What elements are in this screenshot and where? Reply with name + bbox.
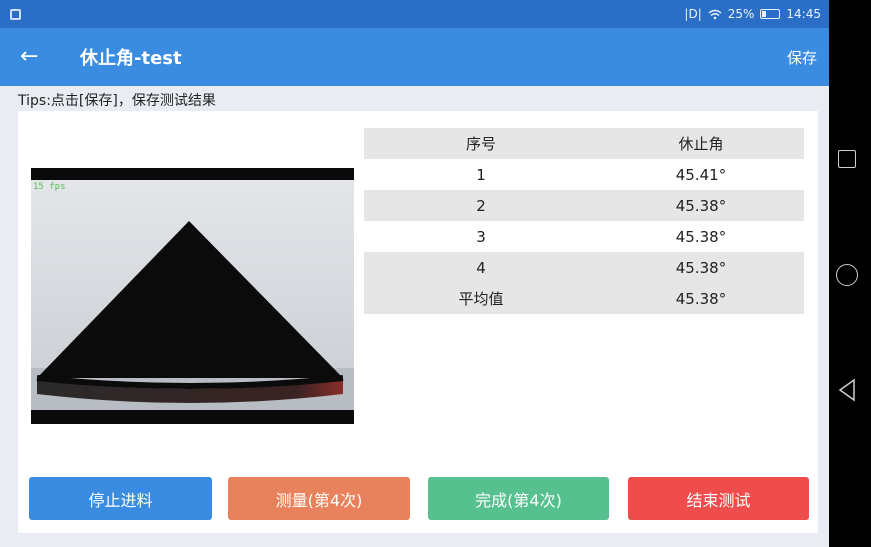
header-angle: 休止角 (598, 128, 804, 159)
camera-image (31, 180, 354, 410)
battery-icon (760, 9, 781, 19)
app-screen: |D| 25% 14:45 ← 休止角-test 保存 Tips:点击[保存]，… (0, 0, 829, 547)
row-index: 3 (476, 227, 486, 246)
app-bar: ← 休止角-test 保存 (0, 28, 829, 86)
wifi-icon (708, 9, 722, 19)
table-row: 1 45.41° (364, 159, 804, 190)
table-row: 4 45.38° (364, 252, 804, 283)
done-button[interactable]: 完成(第4次) (428, 477, 609, 520)
row-angle: 45.38° (598, 190, 804, 221)
row-angle: 45.38° (598, 252, 804, 283)
vibrate-icon: |D| (684, 7, 702, 21)
fps-label: 15 fps (33, 182, 66, 192)
results-table: 序号 休止角 1 45.41° 2 45.38° 3 45.38° 4 45.3… (364, 128, 804, 314)
clock: 14:45 (786, 7, 821, 21)
back-triangle-icon[interactable] (835, 378, 859, 402)
row-index: 2 (364, 190, 598, 221)
back-arrow-icon[interactable]: ← (20, 46, 50, 68)
row-index: 4 (364, 252, 598, 283)
header-index: 序号 (364, 128, 598, 159)
row-angle: 45.41° (675, 165, 727, 184)
save-button[interactable]: 保存 (787, 47, 817, 68)
row-angle: 45.38° (675, 227, 727, 246)
page-title: 休止角-test (80, 48, 182, 69)
tips-text: Tips:点击[保存]，保存测试结果 (18, 93, 216, 109)
measure-button[interactable]: 测量(第4次) (228, 477, 410, 520)
measurement-panel: 15 fps 序号 休止角 1 45.41° 2 45.38° 3 45.38°… (18, 111, 818, 533)
status-bar: |D| 25% 14:45 (0, 0, 829, 28)
row-index: 1 (476, 165, 486, 184)
app-notification-icon (10, 8, 21, 20)
camera-preview: 15 fps (31, 168, 354, 424)
row-index: 平均值 (364, 283, 598, 314)
row-angle: 45.38° (598, 283, 804, 314)
recent-apps-square-icon[interactable] (838, 150, 856, 168)
battery-percent: 25% (727, 7, 755, 21)
table-row: 2 45.38° (364, 190, 804, 221)
end-test-button[interactable]: 结束测试 (628, 477, 809, 520)
table-row: 3 45.38° (364, 221, 804, 252)
system-nav-bar (829, 0, 871, 547)
home-circle-icon[interactable] (836, 264, 858, 286)
table-header-row: 序号 休止角 (364, 128, 804, 159)
stop-feed-button[interactable]: 停止进料 (29, 477, 212, 520)
table-row-average: 平均值 45.38° (364, 283, 804, 314)
status-indicators: |D| 25% 14:45 (684, 7, 821, 21)
